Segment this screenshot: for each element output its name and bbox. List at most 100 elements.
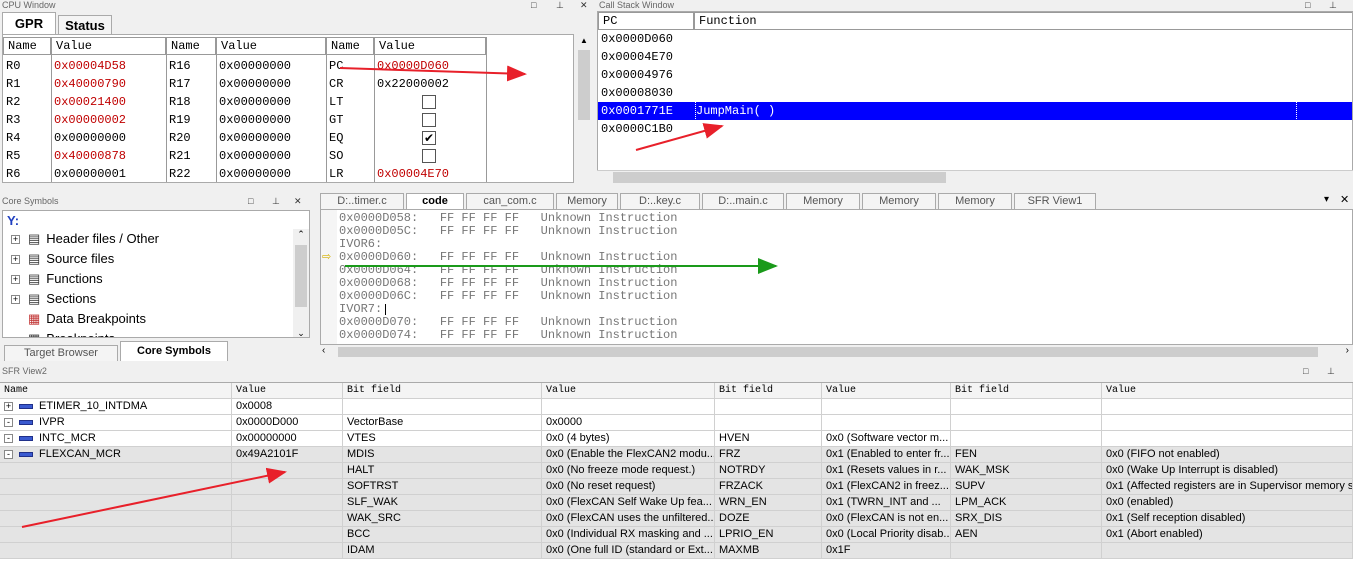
callstack-row[interactable]: 0x00008030 [598, 84, 1352, 102]
sfr-bitfield-value[interactable] [1102, 431, 1353, 447]
sfr-column-header[interactable]: Value [232, 383, 343, 399]
sfr-bitfield-value[interactable] [1102, 415, 1353, 431]
expand-icon[interactable]: + [11, 235, 20, 245]
code-tab[interactable]: code [406, 193, 464, 210]
sfr-bitfield-value[interactable]: 0x0 (Enable the FlexCAN2 modu... [542, 447, 715, 463]
tab-gpr[interactable]: GPR [2, 12, 56, 35]
expand-icon[interactable]: - [4, 417, 13, 427]
sfr-bitfield-value[interactable]: 0x0 (Individual RX masking and ... [542, 527, 715, 543]
sfr-row[interactable]: + ETIMER_10_INTDMA 0x0008 [0, 399, 1353, 415]
register-value[interactable]: 0x22000002 [377, 75, 486, 93]
sfr-register-value[interactable] [232, 543, 343, 559]
sfr-register-value[interactable] [232, 527, 343, 543]
sfr-row[interactable]: WAK_SRC 0x0 (FlexCAN uses the unfiltered.… [0, 511, 1353, 527]
symbols-tree-item[interactable]: ▦ Data Breakpoints [11, 309, 146, 329]
code-tab[interactable]: can_com.c [466, 193, 554, 209]
flag-checkbox-eq[interactable]: ✔ [422, 131, 436, 145]
chevron-left-icon[interactable]: ‹ [322, 345, 325, 356]
sfr-register-value[interactable]: 0x00000000 [232, 431, 343, 447]
sfr-bitfield-value[interactable] [1102, 543, 1353, 559]
sfr-bitfield-value[interactable]: 0x1 (TWRN_INT and ... [822, 495, 951, 511]
sfr-row[interactable]: - IVPR 0x0000D000 VectorBase 0x0000 [0, 415, 1353, 431]
cpu-scrollbar[interactable]: ▲ [576, 34, 592, 183]
sfr-bitfield-value[interactable]: 0x0000 [542, 415, 715, 431]
cpu-column-header[interactable]: Name [3, 37, 51, 55]
register-value[interactable]: 0x00000002 [54, 111, 166, 129]
sfr-bitfield-value[interactable]: 0x0 (4 bytes) [542, 431, 715, 447]
register-value[interactable]: 0x00000001 [54, 165, 166, 182]
register-value[interactable]: 0x00000000 [219, 147, 326, 165]
pin-icon[interactable]: ⊥ [556, 0, 564, 10]
sfr-register-value[interactable]: 0x49A2101F [232, 447, 343, 463]
callstack-row[interactable]: 0x0001771E JumpMain( ) [598, 101, 1352, 121]
expand-icon[interactable]: - [4, 449, 13, 459]
restore-icon[interactable]: □ [248, 196, 253, 206]
register-value[interactable]: 0x00000000 [219, 75, 326, 93]
sfr-column-header[interactable]: Value [822, 383, 951, 399]
disasm-line[interactable]: 0x0000D074: FF FF FF FF Unknown Instruct… [339, 329, 677, 342]
sfr-bitfield-value[interactable]: 0x0 (FIFO not enabled) [1102, 447, 1353, 463]
sfr-register-value[interactable] [232, 511, 343, 527]
sfr-bitfield-value[interactable] [822, 415, 951, 431]
sfr-bitfield-value[interactable]: 0x0 (FlexCAN Self Wake Up fea... [542, 495, 715, 511]
sfr-bitfield-value[interactable] [822, 399, 951, 415]
sfr-column-header[interactable]: Bit field [343, 383, 542, 399]
expand-icon[interactable]: - [4, 433, 13, 443]
sfr-bitfield-value[interactable]: 0x0 (Software vector m... [822, 431, 951, 447]
code-close-icon[interactable]: ▾ [1324, 194, 1329, 205]
register-value[interactable]: 0x00000000 [54, 129, 166, 147]
disasm-line[interactable]: 0x0000D05C: FF FF FF FF Unknown Instruct… [339, 225, 677, 238]
tab-target-browser[interactable]: Target Browser [4, 345, 118, 361]
code-tab[interactable]: Memory [862, 193, 936, 209]
cpu-column-header[interactable]: Value [51, 37, 166, 55]
sfr-bitfield-value[interactable]: 0x1 (Affected registers are in Superviso… [1102, 479, 1353, 495]
sfr-row[interactable]: - FLEXCAN_MCR 0x49A2101F MDIS 0x0 (Enable th… [0, 447, 1353, 463]
expand-icon[interactable]: + [4, 401, 13, 411]
sfr-bitfield-value[interactable]: 0x1 (Abort enabled) [1102, 527, 1353, 543]
tab-core-symbols[interactable]: Core Symbols [120, 341, 228, 361]
restore-icon[interactable]: □ [531, 0, 536, 10]
sfr-bitfield-value[interactable]: 0x0 (No freeze mode request.) [542, 463, 715, 479]
sfr-column-header[interactable]: Bit field [715, 383, 822, 399]
callstack-row[interactable]: 0x00004E70 [598, 48, 1352, 66]
sfr-column-header[interactable]: Value [542, 383, 715, 399]
callstack-hscroll[interactable] [597, 170, 1353, 184]
sfr-bitfield-value[interactable]: 0x0 (No reset request) [542, 479, 715, 495]
code-tab[interactable]: Memory [786, 193, 860, 209]
scroll-thumb[interactable] [295, 245, 307, 307]
sfr-bitfield-value[interactable]: 0x0 (FlexCAN uses the unfiltered... [542, 511, 715, 527]
code-close-x-icon[interactable]: ✕ [1340, 193, 1349, 206]
scroll-thumb[interactable] [578, 50, 590, 120]
sfr-column-header[interactable]: Name [0, 383, 232, 399]
pin-icon[interactable]: ⊥ [1327, 366, 1335, 376]
tab-status[interactable]: Status [58, 15, 112, 35]
sfr-bitfield-value[interactable]: 0x1 (Enabled to enter fr... [822, 447, 951, 463]
code-tab[interactable]: SFR View1 [1014, 193, 1096, 209]
sfr-row[interactable]: IDAM 0x0 (One full ID (standard or Ext...… [0, 543, 1353, 559]
sfr-bitfield-value[interactable]: 0x0 (Local Priority disab... [822, 527, 951, 543]
register-value[interactable]: 0x00004D58 [54, 57, 166, 75]
sfr-bitfield-value[interactable]: 0x0 (enabled) [1102, 495, 1353, 511]
sfr-column-header[interactable]: Value [1102, 383, 1353, 399]
scroll-thumb[interactable] [338, 347, 1318, 357]
sfr-bitfield-value[interactable]: 0x1 (FlexCAN2 in freez... [822, 479, 951, 495]
cpu-column-header[interactable]: Value [374, 37, 486, 55]
code-tab[interactable]: D:..timer.c [320, 193, 404, 209]
sfr-row[interactable]: SOFTRST 0x0 (No reset request) FRZACK 0x1 (… [0, 479, 1353, 495]
register-value[interactable]: 0x00000000 [219, 93, 326, 111]
cpu-column-header[interactable]: Value [216, 37, 326, 55]
pin-icon[interactable]: ⊥ [272, 196, 280, 206]
sfr-column-header[interactable]: Bit field [951, 383, 1102, 399]
scroll-thumb[interactable] [613, 172, 946, 183]
sfr-bitfield-value[interactable]: 0x1 (Self reception disabled) [1102, 511, 1353, 527]
sfr-register-value[interactable] [232, 479, 343, 495]
sfr-bitfield-value[interactable]: 0x0 (FlexCAN is not en... [822, 511, 951, 527]
register-value[interactable]: 0x40000790 [54, 75, 166, 93]
callstack-header-function[interactable]: Function [694, 12, 1352, 30]
callstack-row[interactable]: 0x00004976 [598, 66, 1352, 84]
chevron-right-icon[interactable]: › [1346, 345, 1349, 356]
close-icon[interactable]: ✕ [580, 0, 588, 10]
callstack-row[interactable]: 0x0000D060 [598, 30, 1352, 48]
register-value[interactable]: 0x40000878 [54, 147, 166, 165]
sfr-register-value[interactable]: 0x0008 [232, 399, 343, 415]
